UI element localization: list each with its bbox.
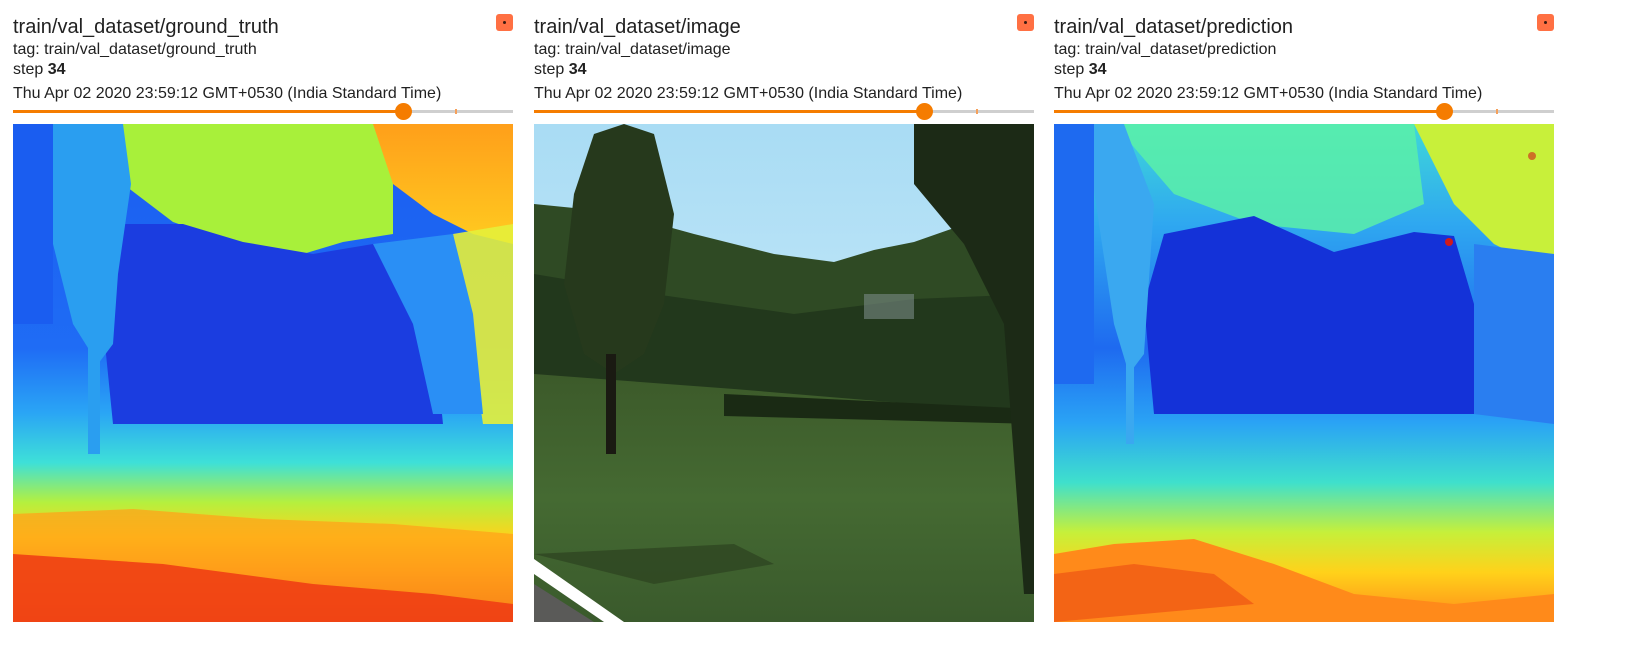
step-text: step: [13, 61, 44, 78]
ground-truth-image: [13, 124, 513, 622]
input-image: [534, 124, 1034, 622]
card-title: train/val_dataset/prediction: [1054, 16, 1294, 38]
slider-knob[interactable]: [1436, 103, 1453, 120]
timestamp-label: Thu Apr 02 2020 23:59:12 GMT+0530 (India…: [534, 85, 963, 102]
step-slider[interactable]: [13, 103, 513, 120]
timestamp-label: Thu Apr 02 2020 23:59:12 GMT+0530 (India…: [1054, 85, 1483, 102]
card-title: train/val_dataset/ground_truth: [13, 16, 279, 38]
step-text: step: [1054, 61, 1085, 78]
slider-knob[interactable]: [395, 103, 412, 120]
image-card-ground-truth: train/val_dataset/ground_truth tag: trai…: [13, 0, 513, 630]
tag-label: tag: train/val_dataset/image: [534, 41, 731, 58]
step-label: step 34: [534, 60, 587, 79]
fullscreen-icon[interactable]: [1017, 14, 1034, 31]
step-slider[interactable]: [1054, 103, 1554, 120]
fullscreen-icon[interactable]: [1537, 14, 1554, 31]
step-value: 34: [47, 61, 66, 78]
image-card-prediction: train/val_dataset/prediction tag: train/…: [1054, 0, 1554, 630]
timestamp-label: Thu Apr 02 2020 23:59:12 GMT+0530 (India…: [13, 85, 442, 102]
step-text: step: [534, 61, 565, 78]
slider-knob[interactable]: [916, 103, 933, 120]
image-card-image: train/val_dataset/image tag: train/val_d…: [534, 0, 1034, 630]
card-title: train/val_dataset/image: [534, 16, 741, 38]
prediction-image: [1054, 124, 1554, 622]
fullscreen-icon[interactable]: [496, 14, 513, 31]
tag-label: tag: train/val_dataset/ground_truth: [13, 41, 257, 58]
step-label: step 34: [13, 60, 66, 79]
step-value: 34: [1088, 61, 1107, 78]
tag-label: tag: train/val_dataset/prediction: [1054, 41, 1277, 58]
step-slider[interactable]: [534, 103, 1034, 120]
step-label: step 34: [1054, 60, 1107, 79]
step-value: 34: [568, 61, 587, 78]
